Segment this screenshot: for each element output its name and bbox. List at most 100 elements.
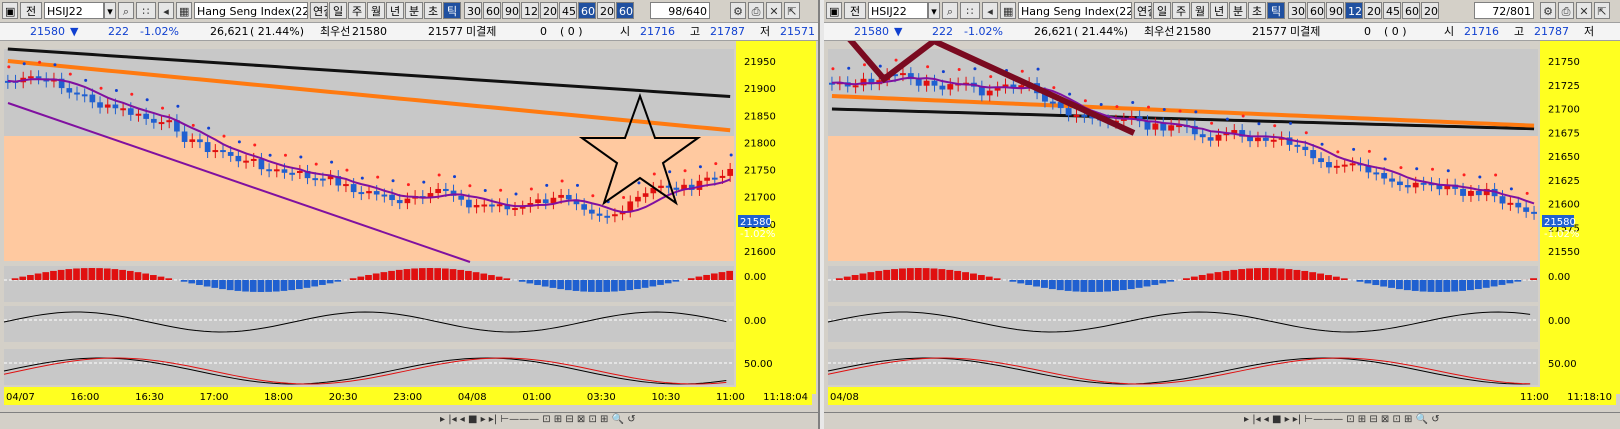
period-button-3[interactable]: 월 xyxy=(367,2,385,19)
price-chart[interactable]: 2175021725217002167521650216252160021575… xyxy=(824,41,1620,413)
histogram-bar xyxy=(288,280,295,291)
print-icon[interactable]: ⎙ xyxy=(748,2,764,19)
grid-icon[interactable]: ▦ xyxy=(1000,2,1016,19)
histogram-bar xyxy=(1301,270,1309,280)
nav-icons[interactable]: ▸ |◂ ◂ ■ ▸ ▸| ⊢——— ⊡ ⊞ ⊟ ⊠ ⊡ ⊞ 🔍 ↺ xyxy=(1244,414,1440,425)
volume-pct: ( 21.44%) xyxy=(1074,25,1129,38)
expand-icon[interactable]: ⇱ xyxy=(1594,2,1610,19)
expand-icon[interactable]: ⇱ xyxy=(784,2,800,19)
period-button-2[interactable]: 주 xyxy=(1172,2,1190,19)
histogram-bar xyxy=(503,278,511,280)
interval-button-5[interactable]: 450 xyxy=(559,2,577,19)
grid-icon[interactable]: ▦ xyxy=(176,2,192,19)
interval-button-5[interactable]: 450 xyxy=(1383,2,1401,19)
price-chart[interactable]: 2195021900218502180021750217002165021600… xyxy=(0,41,816,413)
period-button-4[interactable]: 년 xyxy=(386,2,404,19)
sar-dot xyxy=(1115,105,1119,109)
window-icon[interactable]: ▣ xyxy=(826,2,842,19)
histogram-bar xyxy=(1096,280,1104,292)
interval-button-1[interactable]: 60 xyxy=(1307,2,1325,19)
interval-button-1[interactable]: 60 xyxy=(483,2,501,19)
period-button-6[interactable]: 초 xyxy=(424,2,442,19)
interval-button-2[interactable]: 90 xyxy=(1326,2,1344,19)
histogram-bar xyxy=(1033,280,1040,287)
period-button-2[interactable]: 주 xyxy=(348,2,366,19)
period-button-1[interactable]: 일 xyxy=(329,2,347,19)
candle-body xyxy=(28,76,34,79)
sar-dot xyxy=(698,165,702,169)
sar-dot xyxy=(207,126,211,130)
histogram-bar xyxy=(564,280,572,291)
histogram-bar xyxy=(1112,280,1119,291)
candle-body xyxy=(596,213,603,216)
period-button-7[interactable]: 틱 xyxy=(443,2,461,19)
histogram-bar xyxy=(226,280,234,291)
delete-icon[interactable]: ✕ xyxy=(766,2,782,19)
period-button-5[interactable]: 분 xyxy=(1229,2,1247,19)
code-input[interactable]: HSIJ22 xyxy=(868,2,928,19)
interval-button-7[interactable]: 200 xyxy=(597,2,615,19)
histogram-bar xyxy=(835,278,843,280)
candle-body xyxy=(281,169,288,173)
search-icon[interactable]: ⌕ xyxy=(942,2,958,19)
interval-button-3[interactable]: 120 xyxy=(1345,2,1363,19)
histogram-bar xyxy=(157,276,165,280)
interval-button-6[interactable]: 600 xyxy=(1402,2,1420,19)
histogram-bar xyxy=(426,268,434,280)
candle-body xyxy=(197,139,203,143)
prev-icon[interactable]: ◂ xyxy=(982,2,998,19)
interval-button-4[interactable]: 200 xyxy=(540,2,558,19)
tab-prefix[interactable]: 전 xyxy=(844,2,866,19)
search-icon[interactable]: ⌕ xyxy=(118,2,134,19)
interval-button-6[interactable]: 600 xyxy=(578,2,596,19)
histogram-bar xyxy=(1285,269,1293,280)
interval-button-0[interactable]: 30 xyxy=(464,2,482,19)
sar-dot xyxy=(941,70,945,74)
candle-body xyxy=(1270,139,1277,142)
period-button-1[interactable]: 일 xyxy=(1153,2,1171,19)
tab-prefix[interactable]: 전 xyxy=(20,2,42,19)
interval-button-2[interactable]: 90 xyxy=(502,2,520,19)
candle-body xyxy=(1262,137,1269,141)
candle-body xyxy=(458,195,465,200)
link-icon[interactable]: ⚙ xyxy=(730,2,746,19)
current-price: 21580 xyxy=(854,25,889,38)
osc-panel-bg xyxy=(828,349,1538,385)
price-axis-label: 21625 xyxy=(1548,176,1580,187)
candle-body xyxy=(89,94,96,103)
interval-button-8[interactable]: 600 xyxy=(616,2,634,19)
toolbar: ▣ 전 HSIJ22 ▾ ⌕ ∷ ◂ ▦ Hang Seng Index(22.… xyxy=(0,0,818,23)
interval-button-7[interactable]: 200 xyxy=(1421,2,1439,19)
period-button-6[interactable]: 초 xyxy=(1248,2,1266,19)
candle-body xyxy=(435,188,441,194)
interval-button-3[interactable]: 120 xyxy=(521,2,539,19)
candle-body xyxy=(227,152,234,156)
nav-icons[interactable]: ▸ |◂ ◂ ■ ▸ ▸| ⊢——— ⊡ ⊞ ⊟ ⊠ ⊡ ⊞ 🔍 ↺ xyxy=(440,414,636,425)
interval-button-0[interactable]: 30 xyxy=(1288,2,1306,19)
interval-button-4[interactable]: 200 xyxy=(1364,2,1382,19)
scroll-bar[interactable]: ▸ |◂ ◂ ■ ▸ ▸| ⊢——— ⊡ ⊞ ⊟ ⊠ ⊡ ⊞ 🔍 ↺ xyxy=(0,412,818,429)
calc-icon[interactable]: ∷ xyxy=(960,2,980,19)
scroll-bar[interactable]: ▸ |◂ ◂ ■ ▸ ▸| ⊢——— ⊡ ⊞ ⊟ ⊠ ⊡ ⊞ 🔍 ↺ xyxy=(824,412,1620,429)
histogram-bar xyxy=(1080,280,1088,292)
period-button-7[interactable]: 틱 xyxy=(1267,2,1285,19)
code-input[interactable]: HSIJ22 xyxy=(44,2,104,19)
period-button-5[interactable]: 분 xyxy=(405,2,423,19)
calc-icon[interactable]: ∷ xyxy=(136,2,156,19)
period-button-3[interactable]: 월 xyxy=(1191,2,1209,19)
period-button-0[interactable]: 연결 xyxy=(310,2,328,19)
chevron-down-icon[interactable]: ▾ xyxy=(928,2,940,19)
candle-body xyxy=(1341,164,1348,167)
window-icon[interactable]: ▣ xyxy=(2,2,18,19)
price-axis-label: 21750 xyxy=(1548,57,1580,68)
delete-icon[interactable]: ✕ xyxy=(1576,2,1592,19)
link-icon[interactable]: ⚙ xyxy=(1540,2,1556,19)
chevron-down-icon[interactable]: ▾ xyxy=(104,2,116,19)
prev-icon[interactable]: ◂ xyxy=(158,2,174,19)
histogram-bar xyxy=(1506,280,1514,284)
period-button-0[interactable]: 연결 xyxy=(1134,2,1152,19)
period-button-4[interactable]: 년 xyxy=(1210,2,1228,19)
histogram-bar xyxy=(977,275,985,280)
print-icon[interactable]: ⎙ xyxy=(1558,2,1574,19)
current-pct-label: -1.02% xyxy=(1544,229,1579,240)
